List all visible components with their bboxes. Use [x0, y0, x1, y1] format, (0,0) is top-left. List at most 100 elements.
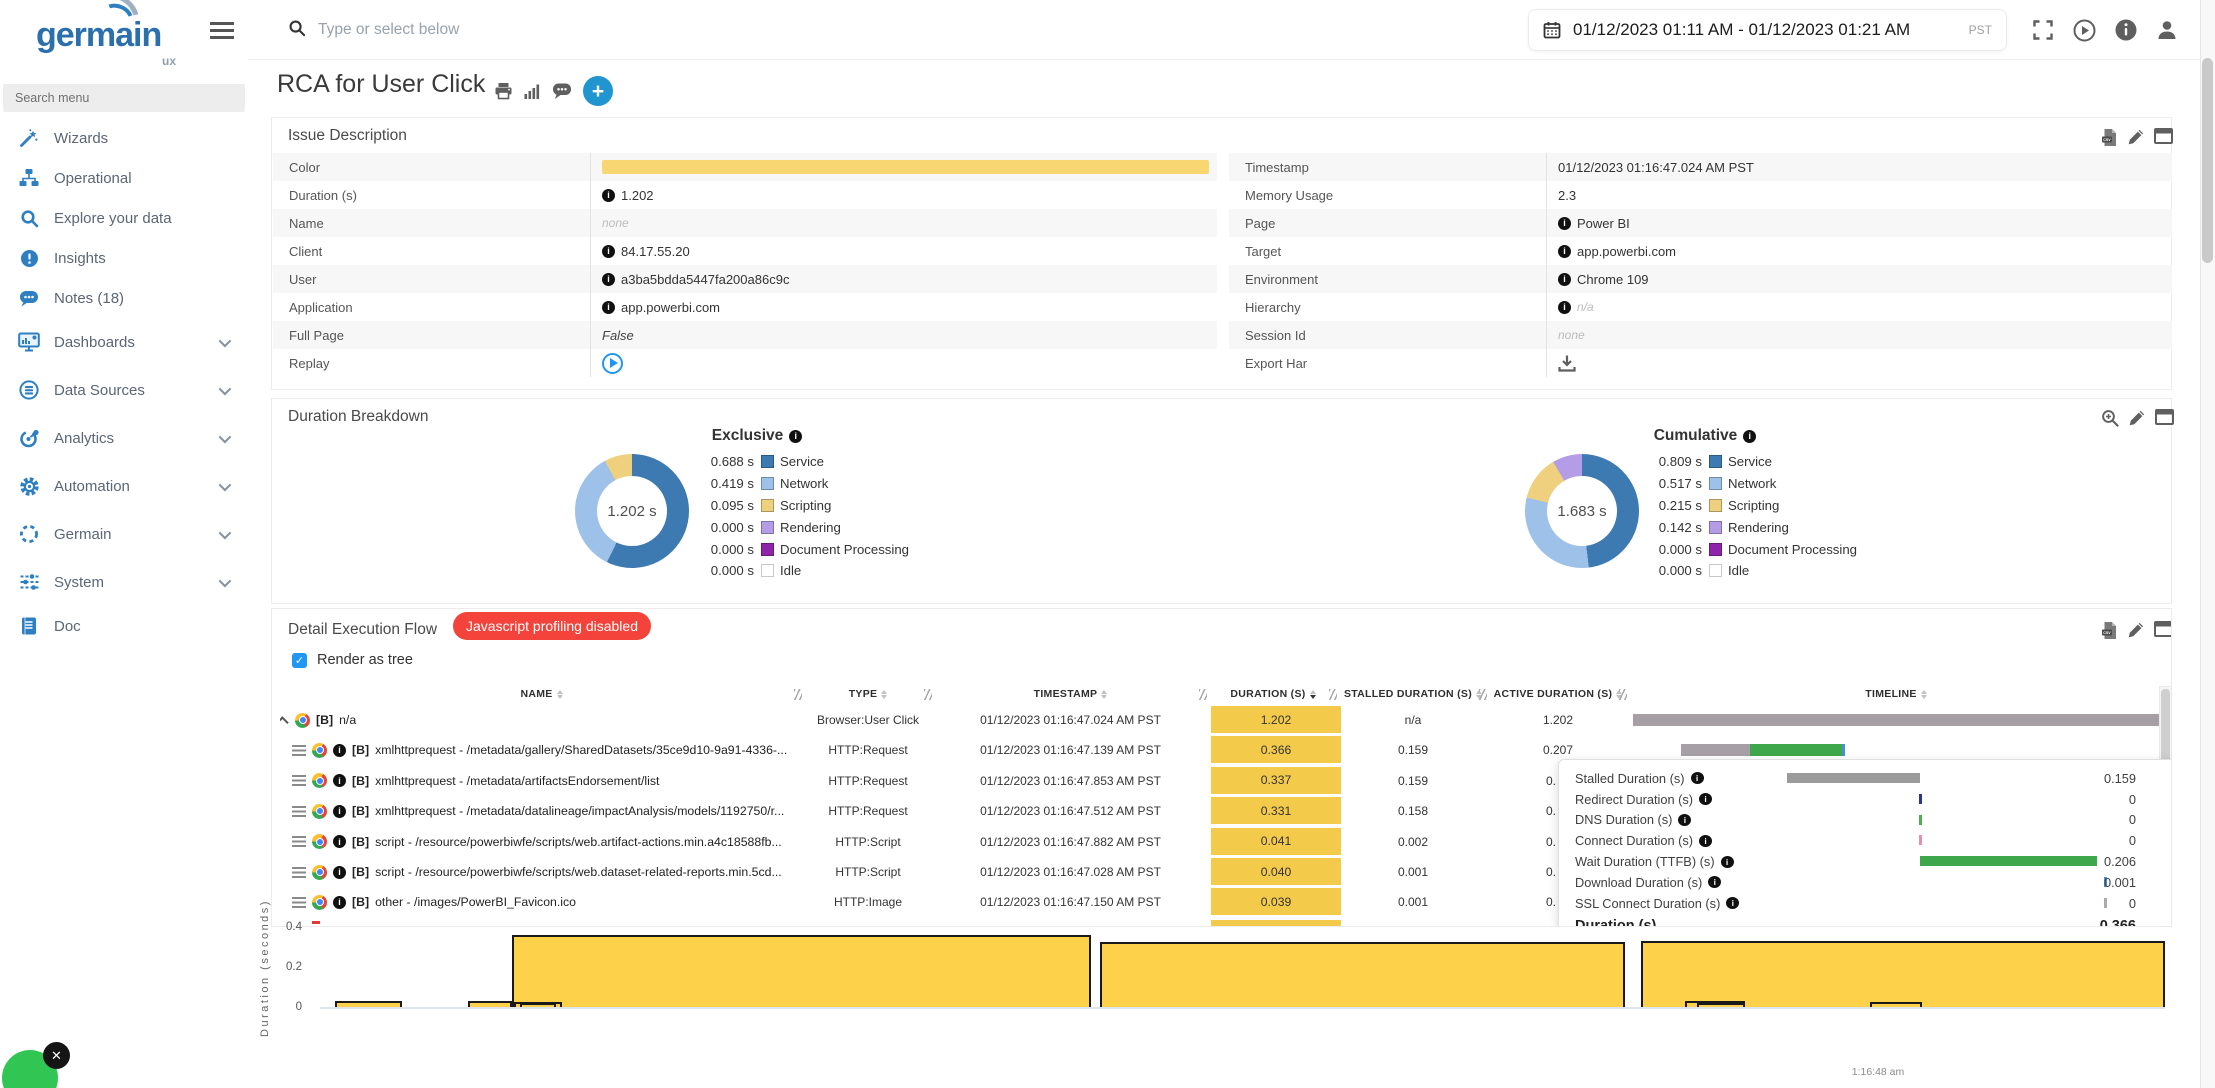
pencil-icon[interactable]	[2127, 128, 2145, 147]
info-icon[interactable]: i	[789, 430, 802, 443]
row-menu-icon[interactable]	[292, 897, 306, 908]
tooltip-label: Redirect Duration (s)	[1575, 792, 1693, 807]
logo-sub: ux	[162, 54, 176, 68]
info-icon[interactable]: i	[1558, 245, 1571, 258]
info-icon[interactable]: i	[1558, 217, 1571, 230]
fullscreen-icon[interactable]	[2032, 19, 2054, 41]
sidebar-search-input[interactable]	[3, 84, 245, 112]
timeline-segment	[1633, 714, 2159, 726]
column-header-duration-s-[interactable]: DURATION (S)	[1208, 683, 1338, 705]
tooltip-value: 0	[2046, 812, 2136, 827]
sidebar-item-notes-18[interactable]: Notes (18)	[0, 278, 248, 318]
column-resize-handle[interactable]	[1329, 689, 1337, 700]
sidebar-item-data-sources[interactable]: Data Sources	[0, 366, 248, 414]
column-header-timestamp[interactable]: TIMESTAMP	[933, 683, 1208, 705]
csv-file-icon[interactable]: CSV	[2101, 621, 2118, 640]
pencil-icon[interactable]	[2128, 409, 2146, 427]
global-search[interactable]	[288, 10, 1518, 50]
legend-swatch	[761, 499, 774, 512]
field-value-text: False	[602, 328, 634, 343]
info-icon[interactable]: i	[1721, 856, 1734, 868]
column-resize-handle[interactable]	[924, 689, 932, 700]
column-header-timeline[interactable]: TIMELINE	[1628, 683, 2164, 705]
csv-file-icon[interactable]: CSV	[2101, 128, 2118, 147]
info-icon[interactable]: i	[333, 744, 346, 757]
info-icon[interactable]: i	[602, 273, 615, 286]
sidebar-item-germain[interactable]: Germain	[0, 510, 248, 558]
window-icon[interactable]	[2154, 621, 2172, 640]
global-search-input[interactable]	[316, 20, 1416, 40]
window-icon[interactable]	[2155, 409, 2174, 427]
page-scrollbar-thumb[interactable]	[2202, 58, 2213, 263]
column-header-type[interactable]: TYPE	[803, 683, 933, 705]
table-row[interactable]: [B]n/aBrowser:User Click01/12/2023 01:16…	[272, 705, 2172, 735]
row-menu-icon[interactable]	[292, 775, 306, 786]
sidebar-item-explore-your-data[interactable]: Explore your data	[0, 198, 248, 238]
info-icon[interactable]: i	[333, 835, 346, 848]
bar-chart-icon[interactable]	[524, 83, 541, 99]
info-icon[interactable]: i	[1691, 772, 1704, 784]
column-header-active-duration-s-[interactable]: ACTIVE DURATION (S)	[1488, 683, 1628, 705]
page-title-actions: +	[494, 76, 613, 106]
sidebar-item-label: Notes (18)	[54, 290, 124, 307]
column-header-name[interactable]: NAME	[280, 683, 803, 705]
info-icon[interactable]: i	[1558, 301, 1571, 314]
info-icon[interactable]: i	[333, 805, 346, 818]
column-resize-handle[interactable]	[1479, 689, 1487, 700]
sidebar-item-system[interactable]: System	[0, 558, 248, 606]
column-resize-handle[interactable]	[794, 689, 802, 700]
download-icon[interactable]	[1558, 354, 1576, 372]
info-circle-icon[interactable]	[2115, 19, 2137, 41]
info-icon[interactable]: i	[602, 189, 615, 202]
sidebar-search[interactable]	[3, 84, 245, 112]
sidebar-item-wizards[interactable]: Wizards	[0, 118, 248, 158]
printer-icon[interactable]	[494, 82, 513, 100]
column-header-stalled-duration-s-[interactable]: STALLED DURATION (S)	[1338, 683, 1488, 705]
row-menu-icon[interactable]	[292, 806, 306, 817]
user-icon[interactable]	[2156, 19, 2178, 41]
row-menu-icon[interactable]	[292, 745, 306, 756]
replay-play-icon[interactable]	[602, 353, 623, 374]
zoom-in-icon[interactable]	[2101, 409, 2119, 427]
logo[interactable]: germain	[36, 16, 161, 55]
add-button[interactable]: +	[583, 76, 613, 106]
info-icon[interactable]: i	[1708, 876, 1721, 888]
row-menu-icon[interactable]	[292, 867, 306, 878]
menu-hamburger-icon[interactable]	[210, 22, 234, 39]
collapse-caret-icon[interactable]	[280, 716, 289, 729]
info-icon[interactable]: i	[602, 245, 615, 258]
sidebar-item-doc[interactable]: Doc	[0, 606, 248, 646]
row-menu-icon[interactable]	[292, 836, 306, 847]
sidebar-item-operational[interactable]: Operational	[0, 158, 248, 198]
info-icon[interactable]: i	[1699, 835, 1712, 847]
info-icon[interactable]: i	[1726, 897, 1739, 909]
column-resize-handle[interactable]	[1199, 689, 1207, 700]
info-icon[interactable]: i	[1678, 814, 1691, 826]
sidebar-item-analytics[interactable]: Analytics	[0, 414, 248, 462]
info-icon[interactable]: i	[333, 896, 346, 909]
column-header-label: DURATION (S)	[1230, 688, 1305, 700]
play-circle-icon[interactable]	[2073, 19, 2096, 42]
info-icon[interactable]: i	[333, 774, 346, 787]
tooltip-mini-bar	[1919, 835, 1922, 845]
render-as-tree-checkbox[interactable]: ✓	[292, 653, 307, 668]
comment-bubble-icon[interactable]	[552, 82, 572, 100]
info-icon[interactable]: i	[1558, 273, 1571, 286]
pencil-icon[interactable]	[2127, 621, 2145, 640]
row-scope-prefix: [B]	[352, 835, 369, 849]
info-icon[interactable]: i	[1743, 430, 1756, 443]
column-resize-handle[interactable]	[1619, 689, 1627, 700]
sidebar-item-dashboards[interactable]: Dashboards	[0, 318, 248, 366]
info-icon[interactable]: i	[1699, 793, 1712, 805]
sidebar-item-automation[interactable]: Automation	[0, 462, 248, 510]
field-value: i84.17.55.20	[591, 237, 1217, 265]
date-range-picker[interactable]: 01/12/2023 01:11 AM - 01/12/2023 01:21 A…	[1528, 9, 2007, 51]
legend-item: 0.000 sIdle	[680, 560, 909, 582]
sidebar-item-insights[interactable]: Insights	[0, 238, 248, 278]
info-icon[interactable]: i	[333, 866, 346, 879]
chat-close-icon[interactable]: ✕	[43, 1042, 70, 1069]
field-row-client: Clienti84.17.55.20	[273, 237, 1217, 265]
window-icon[interactable]	[2154, 128, 2173, 147]
info-icon[interactable]: i	[602, 301, 615, 314]
row-scope-prefix: [B]	[352, 865, 369, 879]
